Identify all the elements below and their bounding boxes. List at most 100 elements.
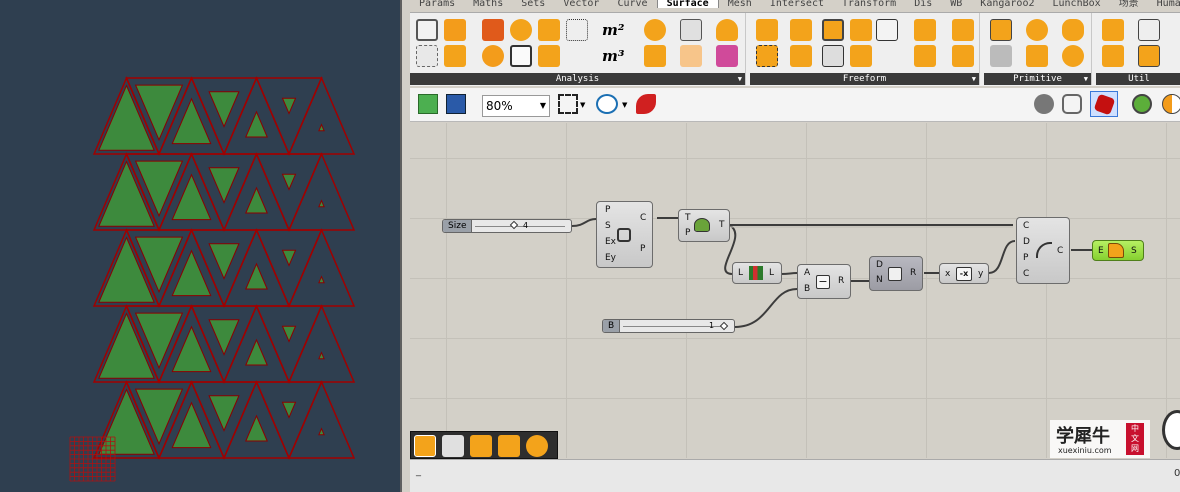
negative-input-x[interactable]: x (945, 269, 950, 279)
tab-scene[interactable]: 场景 (1110, 0, 1148, 8)
is-closed-icon[interactable] (680, 19, 702, 41)
offset-input-c2[interactable]: C (1023, 269, 1029, 279)
brep-join-icon[interactable] (1102, 19, 1124, 41)
curvature-icon[interactable] (538, 19, 560, 41)
volume-icon[interactable]: m³ (602, 47, 624, 65)
preview-wire-icon[interactable] (1034, 94, 1054, 114)
triangle-output-t[interactable]: T (719, 220, 725, 230)
offset-input-d[interactable]: D (1023, 237, 1030, 247)
fragment-patch-icon[interactable] (756, 45, 778, 67)
offset-output-c[interactable]: C (1057, 246, 1063, 256)
box-corners-icon[interactable] (444, 19, 466, 41)
division-component[interactable]: D N R (869, 256, 923, 291)
zoom-dropdown[interactable]: 80% ▼ (482, 95, 550, 117)
negative-output-y[interactable]: y (978, 269, 983, 279)
length-input-l[interactable]: L (738, 268, 743, 278)
division-output-r[interactable]: R (910, 268, 916, 278)
mini-blob-icon[interactable] (526, 435, 548, 457)
deconstruct-icon[interactable] (416, 45, 438, 67)
b-slider[interactable]: B 1 (602, 319, 735, 333)
panel-analysis-label[interactable]: Analysis ▼ (410, 73, 745, 85)
tab-curve[interactable]: Curve (608, 0, 656, 8)
bounding-box-icon[interactable] (990, 19, 1012, 41)
sweep-icon[interactable] (790, 45, 812, 67)
extrude-input-e[interactable]: E (1098, 246, 1104, 256)
preview-dropdown-icon[interactable]: ▼ (622, 101, 627, 109)
evaluate-box-icon[interactable] (444, 45, 466, 67)
triangle-input-p[interactable]: P (685, 228, 690, 238)
subtract-output-r[interactable]: R (838, 276, 844, 286)
tab-surface[interactable]: Surface (656, 0, 719, 8)
negative-component[interactable]: x -x y (939, 263, 989, 284)
zoom-extents-dropdown-icon[interactable]: ▼ (580, 101, 585, 109)
edge-surface-icon[interactable] (790, 19, 812, 41)
hexgrid-input-p[interactable]: P (605, 205, 610, 215)
shape-icon[interactable] (538, 45, 560, 67)
patch-icon[interactable] (876, 19, 898, 41)
preview-selected-button[interactable] (1090, 91, 1118, 117)
tab-wb[interactable]: WB (941, 0, 971, 8)
cylinder-icon[interactable] (1062, 19, 1084, 41)
loft-icon[interactable] (850, 19, 872, 41)
sketch-pen-icon[interactable] (636, 94, 656, 114)
dimensions-icon[interactable] (482, 45, 504, 67)
hexgrid-input-s[interactable]: S (605, 221, 611, 231)
division-input-n[interactable]: N (876, 275, 883, 285)
box-outline-icon[interactable] (510, 45, 532, 67)
offset-curve-component[interactable]: C D P C C (1016, 217, 1070, 284)
preview-shaded-icon[interactable] (1062, 94, 1082, 114)
ruled-surface-icon[interactable] (850, 45, 872, 67)
extrude-component[interactable]: E S (1092, 240, 1144, 261)
tab-kangaroo2[interactable]: Kangaroo2 (971, 0, 1043, 8)
save-file-icon[interactable] (446, 94, 466, 114)
brep-icon[interactable] (510, 19, 532, 41)
subtract-component[interactable]: A B − R (797, 264, 851, 299)
extrude-output-s[interactable]: S (1131, 246, 1137, 256)
zoom-extents-icon[interactable] (558, 94, 578, 114)
extrude-linear-icon[interactable] (914, 19, 936, 41)
mini-extrude-icon[interactable] (498, 435, 520, 457)
subtract-input-b[interactable]: B (804, 284, 810, 294)
area-icon[interactable]: m² (602, 21, 624, 39)
tab-human[interactable]: Human (1148, 0, 1180, 8)
box-2pt-icon[interactable] (1026, 45, 1048, 67)
tab-intersect[interactable]: Intersect (761, 0, 833, 8)
panel-primitive-label[interactable]: Primitive ▼ (984, 73, 1091, 85)
bake-icon[interactable] (1132, 94, 1152, 114)
copy-trim-icon[interactable] (1138, 45, 1160, 67)
preview-eye-icon[interactable] (596, 94, 618, 114)
panel-util-label[interactable]: Util (1096, 73, 1180, 85)
tab-transform[interactable]: Transform (833, 0, 905, 8)
network-surface-icon[interactable] (822, 19, 844, 41)
tab-sets[interactable]: Sets (512, 0, 554, 8)
panel-freeform-label[interactable]: Freeform ▼ (750, 73, 979, 85)
offset-input-p[interactable]: P (1023, 253, 1028, 263)
boundary-surface-icon[interactable] (756, 19, 778, 41)
pipe-icon[interactable] (952, 19, 974, 41)
size-slider-knob[interactable] (509, 220, 519, 230)
box-icon[interactable] (416, 19, 438, 41)
hexgrid-output-p[interactable]: P (640, 244, 645, 254)
subtract-input-a[interactable]: A (804, 268, 810, 278)
evaluate-surface-icon[interactable] (644, 45, 666, 67)
rhino-viewport[interactable] (0, 0, 400, 492)
cone-icon[interactable] (990, 45, 1012, 67)
mini-move-icon[interactable] (442, 435, 464, 457)
box-properties-icon[interactable] (482, 19, 504, 41)
tab-vector[interactable]: Vector (554, 0, 608, 8)
tab-dis[interactable]: Dis (905, 0, 941, 8)
sum-surface-icon[interactable] (914, 45, 936, 67)
offset-surface-icon[interactable] (1102, 45, 1124, 67)
division-input-d[interactable]: D (876, 260, 883, 270)
hexgrid-output-c[interactable]: C (640, 213, 646, 223)
length-component[interactable]: L L (732, 262, 782, 284)
cap-holes-icon[interactable] (1138, 19, 1160, 41)
mini-sweep-icon[interactable] (414, 435, 436, 457)
hexgrid-input-ey[interactable]: Ey (605, 253, 616, 263)
size-slider[interactable]: Size 4 (442, 219, 572, 233)
surface-closest-icon[interactable] (716, 19, 738, 41)
sphere-fit-icon[interactable] (1062, 45, 1084, 67)
rail-revolution-icon[interactable] (822, 45, 844, 67)
offset-input-c[interactable]: C (1023, 221, 1029, 231)
tab-mesh[interactable]: Mesh (719, 0, 761, 8)
